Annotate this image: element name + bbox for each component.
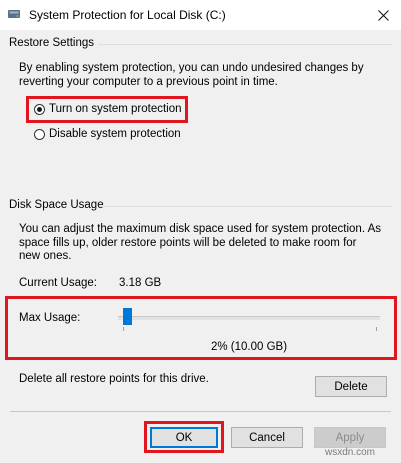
radio-disable-protection[interactable]: Disable system protection xyxy=(34,128,181,140)
slider-tick xyxy=(123,327,124,331)
current-usage-label: Current Usage: xyxy=(19,277,97,289)
delete-button[interactable]: Delete xyxy=(315,376,387,397)
footer-divider xyxy=(10,411,391,412)
restore-settings-label: Restore Settings xyxy=(9,37,95,49)
delete-restore-points-text: Delete all restore points for this drive… xyxy=(19,373,209,385)
ok-button[interactable]: OK xyxy=(150,427,218,448)
disk-space-description: You can adjust the maximum disk space us… xyxy=(19,223,382,262)
disk-space-divider xyxy=(100,206,392,207)
max-usage-readout: 2% (10.00 GB) xyxy=(210,341,288,353)
restore-settings-divider xyxy=(98,44,392,45)
restore-settings-description: By enabling system protection, you can u… xyxy=(19,62,364,88)
cancel-button[interactable]: Cancel xyxy=(231,427,303,448)
close-icon xyxy=(378,9,389,21)
apply-button[interactable]: Apply xyxy=(314,427,386,448)
max-usage-slider[interactable] xyxy=(118,306,380,332)
current-usage-value: 3.18 GB xyxy=(119,277,162,289)
slider-thumb[interactable] xyxy=(123,308,132,325)
window-title: System Protection for Local Disk (C:) xyxy=(29,8,226,22)
radio-checked-icon xyxy=(34,103,45,115)
slider-tick xyxy=(376,327,377,331)
close-button[interactable] xyxy=(366,0,401,30)
radio-disable-label: Disable system protection xyxy=(49,128,181,140)
radio-turn-on-label: Turn on system protection xyxy=(49,103,182,115)
drive-icon xyxy=(7,7,21,21)
max-usage-label: Max Usage: xyxy=(19,312,81,324)
disk-space-label: Disk Space Usage xyxy=(9,199,104,211)
radio-unchecked-icon xyxy=(34,128,45,140)
slider-track xyxy=(118,316,380,320)
radio-turn-on-protection[interactable]: Turn on system protection xyxy=(34,103,182,115)
watermark-text: wsxdn.com xyxy=(325,447,376,458)
